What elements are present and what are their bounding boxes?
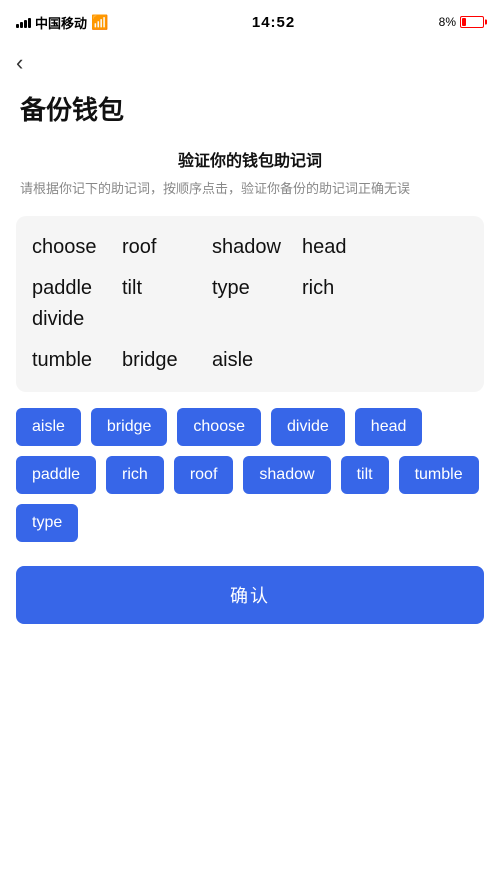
wifi-icon: 📶 xyxy=(91,14,108,31)
chip-rich[interactable]: rich xyxy=(106,456,164,494)
display-word-rich: rich xyxy=(302,277,392,300)
confirm-button[interactable]: 确认 xyxy=(16,566,484,624)
display-word-aisle: aisle xyxy=(212,349,302,372)
chip-tumble[interactable]: tumble xyxy=(399,456,479,494)
display-word-type: type xyxy=(212,277,302,300)
display-word-divide: divide xyxy=(32,308,122,331)
display-word-tumble: tumble xyxy=(32,349,122,372)
display-word-choose: choose xyxy=(32,236,122,259)
display-word-roof: roof xyxy=(122,236,212,259)
word-chips-area: aisle bridge choose divide head paddle r… xyxy=(0,392,500,558)
back-button[interactable]: ‹ xyxy=(0,44,500,82)
display-word-head1: head xyxy=(302,236,392,259)
chip-bridge[interactable]: bridge xyxy=(91,408,167,446)
page-title: 备份钱包 xyxy=(0,82,500,147)
status-time: 14:52 xyxy=(252,14,295,31)
chip-divide[interactable]: divide xyxy=(271,408,345,446)
chip-shadow[interactable]: shadow xyxy=(243,456,330,494)
confirm-btn-wrapper: 确认 xyxy=(0,558,500,644)
chip-paddle[interactable]: paddle xyxy=(16,456,96,494)
chip-head[interactable]: head xyxy=(355,408,423,446)
word-row-3: tumble bridge aisle xyxy=(32,349,468,372)
section-desc: 请根据你记下的助记词，按顺序点击，验证你备份的助记词正确无误 xyxy=(0,179,500,200)
word-row-2: paddle tilt type rich divide xyxy=(32,277,468,331)
status-right: 8% xyxy=(439,15,484,29)
status-bar: 中国移动 📶 14:52 8% xyxy=(0,0,500,44)
back-arrow-icon: ‹ xyxy=(16,52,23,74)
chip-roof[interactable]: roof xyxy=(174,456,234,494)
battery-icon xyxy=(460,16,484,28)
display-word-tilt: tilt xyxy=(122,277,212,300)
signal-icon xyxy=(16,16,31,28)
status-left: 中国移动 📶 xyxy=(16,13,108,32)
battery-percent: 8% xyxy=(439,15,456,29)
chip-choose[interactable]: choose xyxy=(177,408,261,446)
chip-type[interactable]: type xyxy=(16,504,78,542)
display-word-shadow: shadow xyxy=(212,236,302,259)
display-word-paddle: paddle xyxy=(32,277,122,300)
display-word-bridge: bridge xyxy=(122,349,212,372)
carrier-label: 中国移动 xyxy=(35,13,87,32)
section-heading: 验证你的钱包助记词 xyxy=(0,147,500,171)
word-row-1: choose roof shadow head xyxy=(32,236,468,259)
word-display-box: choose roof shadow head paddle tilt type… xyxy=(16,216,484,392)
chip-tilt[interactable]: tilt xyxy=(341,456,389,494)
chip-aisle[interactable]: aisle xyxy=(16,408,81,446)
